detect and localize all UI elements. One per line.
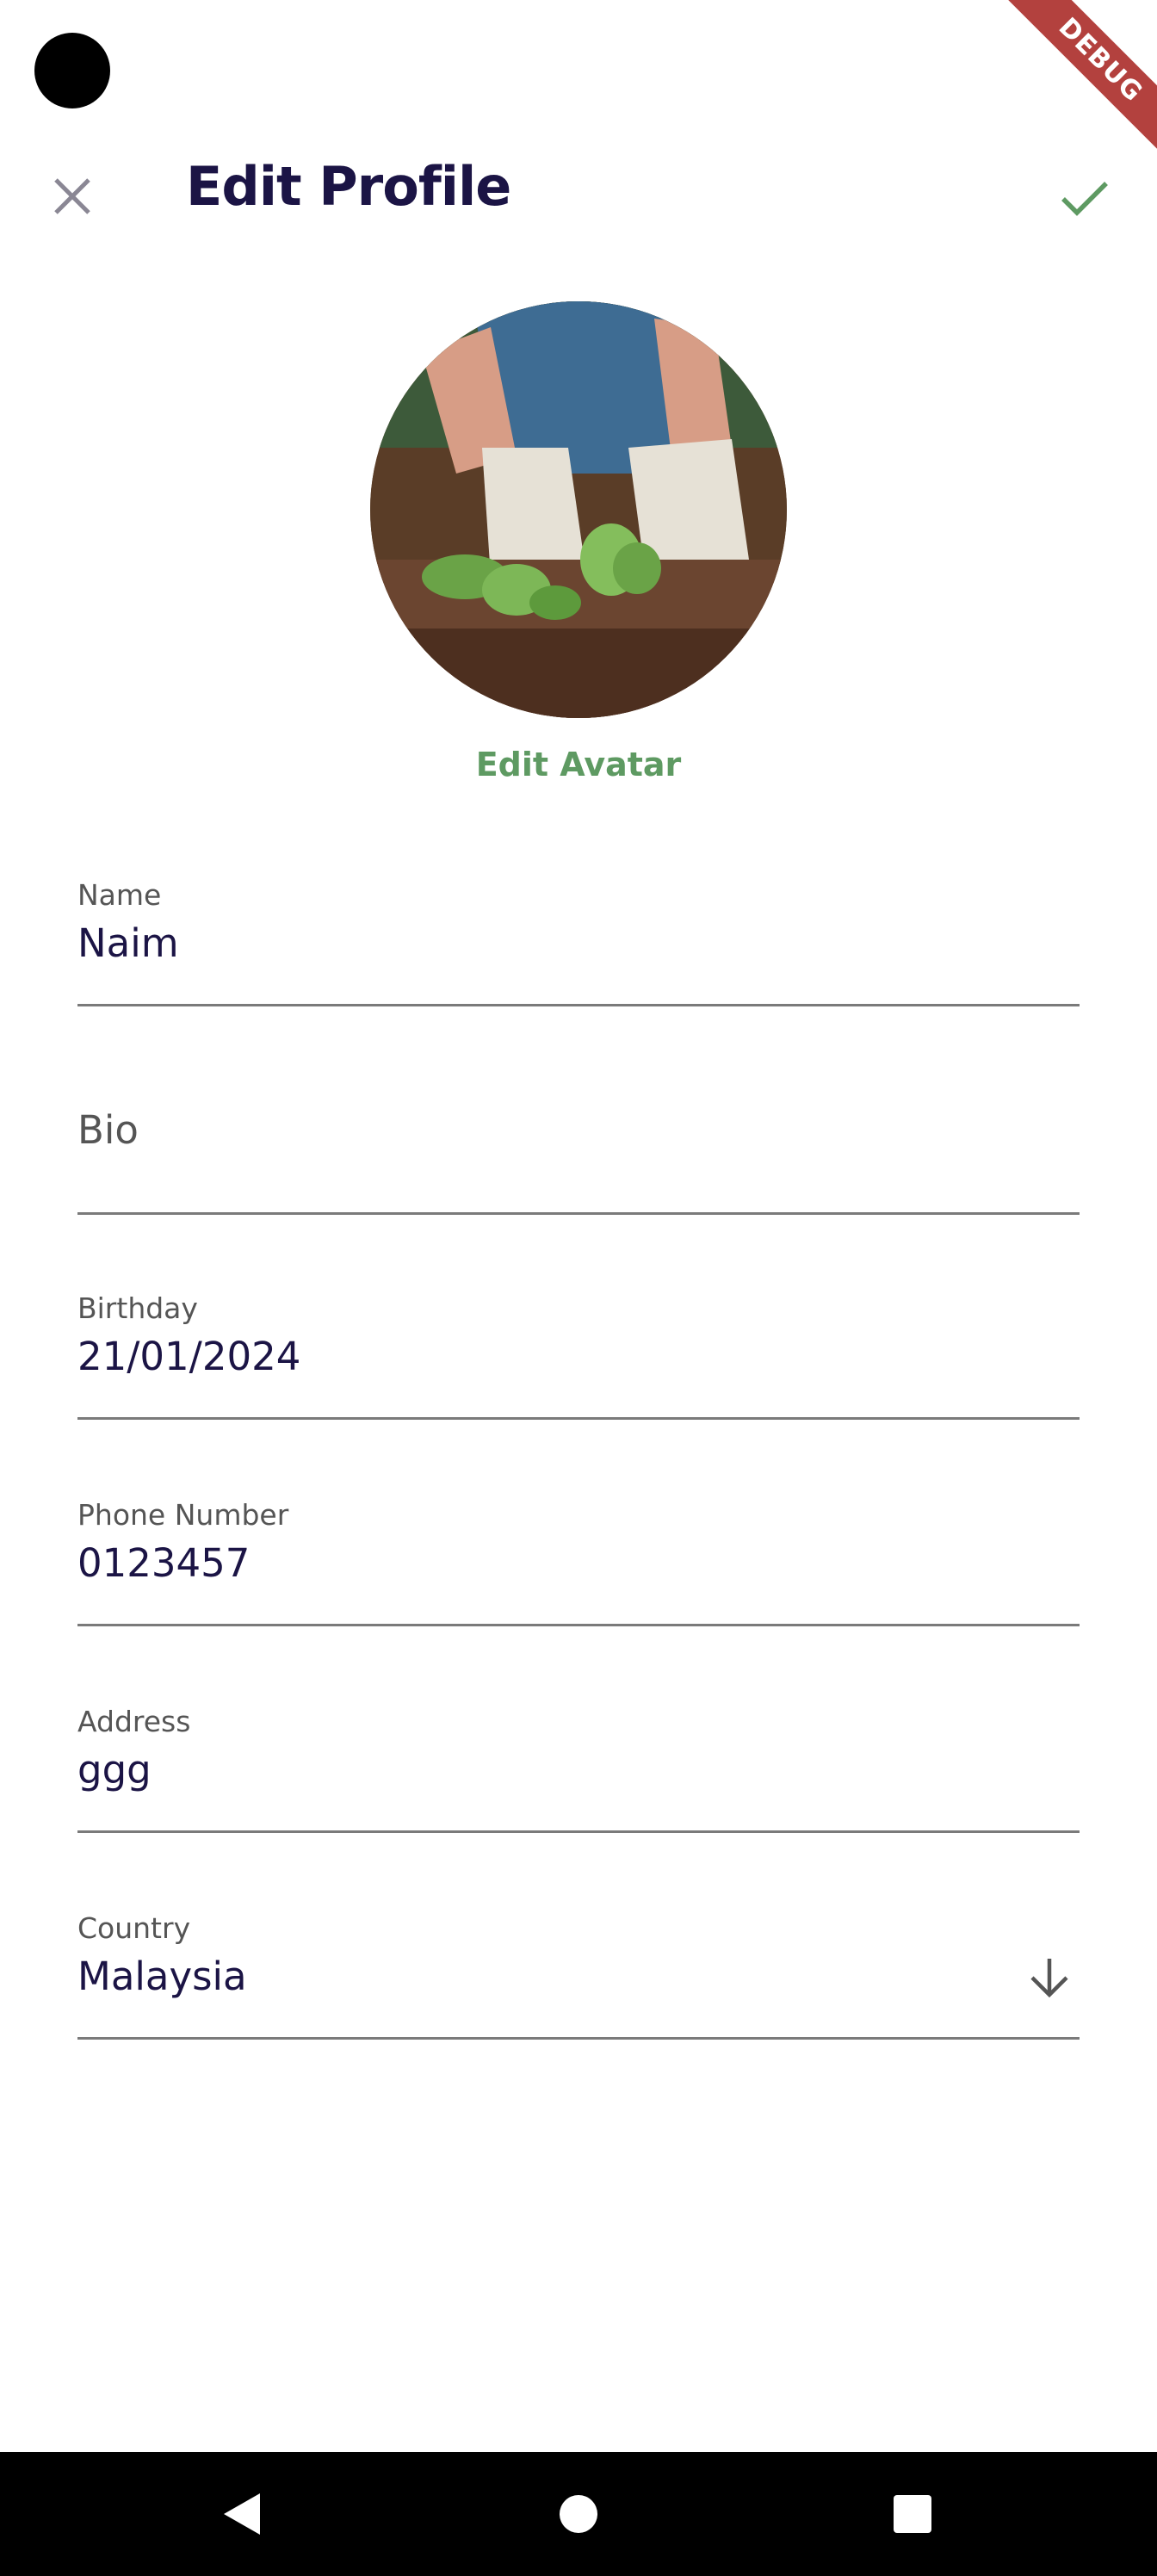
birthday-value: 21/01/2024 [77,1334,301,1379]
country-dropdown[interactable]: Country Malaysia [77,1911,1080,2040]
phone-field[interactable]: Phone Number 0123457 [77,1498,1080,1627]
address-underline [77,1830,1080,1833]
country-underline [77,2037,1080,2040]
birthday-label: Birthday [77,1291,198,1325]
back-icon [224,2493,260,2535]
avatar[interactable] [370,301,787,718]
close-icon [54,178,90,214]
name-underline [77,1004,1080,1006]
birthday-underline [77,1417,1080,1420]
recents-button[interactable] [882,2483,944,2545]
edit-avatar-button[interactable]: Edit Avatar [0,746,1157,783]
bio-underline [77,1212,1080,1215]
name-value: Naim [77,920,179,966]
phone-underline [77,1624,1080,1626]
address-value: ggg [77,1747,152,1793]
address-label: Address [77,1705,191,1738]
arrow-down-icon[interactable] [1019,1947,1080,2008]
home-button[interactable] [548,2483,609,2545]
check-icon [1061,182,1108,216]
page-title: Edit Profile [186,155,511,218]
save-button[interactable] [1043,157,1126,239]
phone-value: 0123457 [77,1540,251,1586]
recents-icon [894,2495,931,2533]
close-button[interactable] [34,158,110,234]
name-field[interactable]: Name Naim [77,878,1080,1007]
country-label: Country [77,1911,191,1945]
address-field[interactable]: Address ggg [77,1705,1080,1834]
birthday-field[interactable]: Birthday 21/01/2024 [77,1291,1080,1421]
name-label: Name [77,878,162,912]
home-icon [560,2495,597,2533]
bio-field[interactable]: Bio [77,1107,1080,1215]
app-bar: Edit Profile [0,138,1157,241]
avatar-image [370,301,787,718]
back-button[interactable] [210,2483,272,2545]
bio-placeholder: Bio [77,1107,139,1153]
system-navigation-bar [0,2452,1157,2576]
country-value: Malaysia [77,1954,247,1999]
camera-cutout [34,33,110,108]
phone-label: Phone Number [77,1498,289,1532]
